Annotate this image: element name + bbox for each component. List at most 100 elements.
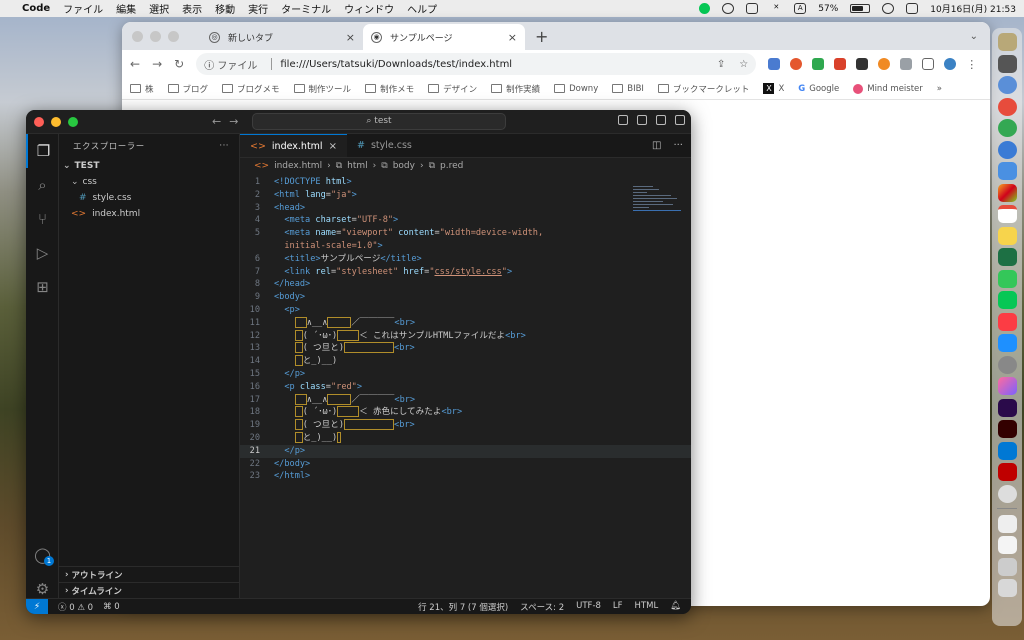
toggle-secondary-sidebar-icon[interactable]	[656, 115, 666, 125]
profile-avatar-icon[interactable]	[944, 58, 957, 70]
creative-cloud-icon[interactable]	[722, 3, 735, 14]
translate-extension-icon[interactable]	[768, 58, 781, 70]
premiere-app-icon[interactable]	[997, 398, 1017, 417]
menu-help[interactable]: ヘルプ	[407, 1, 437, 16]
bookmark-folder[interactable]: Downy	[554, 84, 598, 94]
close-window-button[interactable]	[34, 116, 44, 127]
notes-app-icon[interactable]	[997, 226, 1017, 245]
reload-icon[interactable]: ↻	[174, 57, 184, 71]
calendar-app-icon[interactable]	[997, 205, 1017, 223]
customize-layout-icon[interactable]	[675, 115, 685, 125]
info-icon[interactable]: ⓘ	[204, 57, 214, 72]
illustrator-app-icon[interactable]	[997, 420, 1017, 438]
documents-stack-icon[interactable]	[997, 536, 1017, 554]
editor-tab-index-html[interactable]: <> index.html ×	[240, 134, 347, 157]
toggle-sidebar-icon[interactable]	[618, 115, 628, 125]
tab-search-chevron-icon[interactable]: ⌄	[970, 31, 978, 42]
language-mode[interactable]: HTML	[635, 601, 659, 613]
finder-face-icon[interactable]	[997, 484, 1017, 503]
more-actions-icon[interactable]: ···	[673, 140, 683, 151]
close-tab-icon[interactable]: ×	[329, 141, 337, 152]
downloads-stack-icon[interactable]	[997, 514, 1017, 533]
photos-app-icon[interactable]	[997, 183, 1017, 202]
system-settings-icon[interactable]	[997, 355, 1017, 374]
m-extension-icon[interactable]	[856, 58, 869, 70]
outline-section[interactable]: › アウトライン	[59, 566, 240, 582]
extensions-icon[interactable]: ⊞	[26, 270, 59, 304]
menu-edit[interactable]: 編集	[116, 1, 136, 16]
bookmark-folder[interactable]: BIBI	[612, 84, 644, 94]
explorer-files-icon[interactable]: ❐	[26, 134, 59, 168]
excel-app-icon[interactable]	[997, 248, 1017, 266]
clipboard-icon[interactable]	[746, 3, 759, 14]
app-store-icon[interactable]	[997, 334, 1017, 352]
account-icon[interactable]: ◯ 1	[26, 538, 59, 572]
wifi-icon[interactable]	[882, 3, 895, 14]
tree-root-folder[interactable]: ⌄ TEST	[59, 158, 239, 174]
bookmark-folder[interactable]: ブックマークレット	[657, 83, 749, 95]
explorer-more-button[interactable]: ···	[219, 141, 229, 151]
tree-file-index-html[interactable]: <> index.html	[59, 206, 239, 222]
battery-icon[interactable]	[850, 4, 871, 13]
timeline-section[interactable]: › タイムライン	[59, 582, 240, 598]
run-debug-icon[interactable]: ▷	[26, 236, 59, 270]
bookmark-folder[interactable]: ブログ	[167, 83, 208, 95]
menu-view[interactable]: 表示	[182, 1, 202, 16]
breadcrumb-item[interactable]: index.html	[274, 161, 322, 171]
share-icon[interactable]: ⇪	[717, 59, 725, 70]
more-menu-icon[interactable]: ⋮	[966, 58, 977, 71]
side-panel-icon[interactable]	[922, 58, 935, 70]
menu-file[interactable]: ファイル	[63, 1, 103, 16]
source-control-icon[interactable]: ⑂	[26, 202, 59, 236]
red-extension-icon[interactable]	[834, 58, 847, 70]
bookmark-folder[interactable]: 制作メモ	[365, 83, 414, 95]
editor-tab-style-css[interactable]: # style.css	[347, 134, 422, 157]
line-dock-icon[interactable]	[997, 291, 1017, 309]
tree-file-style-css[interactable]: # style.css	[59, 190, 239, 206]
split-editor-icon[interactable]: ◫	[652, 140, 661, 151]
bookmark-google[interactable]: G Google	[798, 84, 839, 94]
close-tab-icon[interactable]: ×	[346, 31, 355, 44]
menu-selection[interactable]: 選択	[149, 1, 169, 16]
numbers-app-icon[interactable]	[997, 269, 1017, 288]
bookmark-x[interactable]: XX	[763, 83, 784, 94]
clock[interactable]: 10月16日(月) 21:53	[930, 2, 1016, 15]
music-app-icon[interactable]	[997, 312, 1017, 331]
bookmark-folder[interactable]: ブログメモ	[222, 83, 280, 95]
bookmark-star-icon[interactable]: ☆	[739, 59, 748, 70]
input-source-icon[interactable]: A	[794, 3, 807, 14]
folder-stack-icon[interactable]	[997, 557, 1017, 576]
trash-icon[interactable]	[997, 579, 1017, 597]
creative-app-icon[interactable]	[997, 377, 1017, 395]
bookmark-mindmeister[interactable]: Mind meister	[853, 83, 923, 94]
indentation[interactable]: スペース: 2	[520, 601, 564, 613]
toggle-panel-icon[interactable]	[637, 115, 647, 125]
bookmark-folder[interactable]: 制作ツール	[293, 83, 351, 95]
zoom-window-button[interactable]	[68, 116, 78, 127]
ports-indicator[interactable]: ⌘ 0	[103, 602, 120, 612]
minimize-window-button[interactable]	[51, 116, 61, 127]
menu-window[interactable]: ウィンドウ	[344, 1, 394, 16]
tree-folder-css[interactable]: ⌄ css	[59, 174, 239, 190]
address-url[interactable]: file:///Users/tatsuki/Downloads/test/ind…	[280, 59, 512, 70]
back-arrow-icon[interactable]: ←	[130, 57, 140, 71]
code-editor[interactable]: 1 <!DOCTYPE html> 2 <html lang="ja"> 3 <hea…	[240, 176, 691, 483]
color-extension-icon[interactable]	[790, 58, 803, 70]
end-of-line[interactable]: LF	[613, 601, 623, 613]
safari-app-icon[interactable]	[997, 76, 1017, 94]
bookmark-folder[interactable]: 制作実績	[491, 83, 540, 95]
line-app-icon[interactable]	[699, 3, 711, 14]
bookmark-folder[interactable]: デザイン	[428, 83, 477, 95]
mail-app-icon[interactable]	[997, 162, 1017, 180]
filezilla-app-icon[interactable]	[997, 463, 1017, 481]
forward-arrow-icon[interactable]: →	[152, 57, 162, 71]
address-bar[interactable]: ⓘ ファイル file:///Users/tatsuki/Downloads/t…	[196, 53, 757, 75]
search-icon[interactable]: ⌕	[26, 168, 59, 202]
navigation-arrows-icon[interactable]: ←→	[212, 115, 246, 128]
orange-extension-icon[interactable]	[878, 58, 891, 70]
chrome-app-icon[interactable]	[997, 119, 1017, 137]
minimap[interactable]	[633, 186, 681, 220]
red-app-icon[interactable]	[997, 97, 1017, 116]
files-app-icon[interactable]	[997, 33, 1017, 51]
close-window-button[interactable]	[132, 30, 143, 42]
